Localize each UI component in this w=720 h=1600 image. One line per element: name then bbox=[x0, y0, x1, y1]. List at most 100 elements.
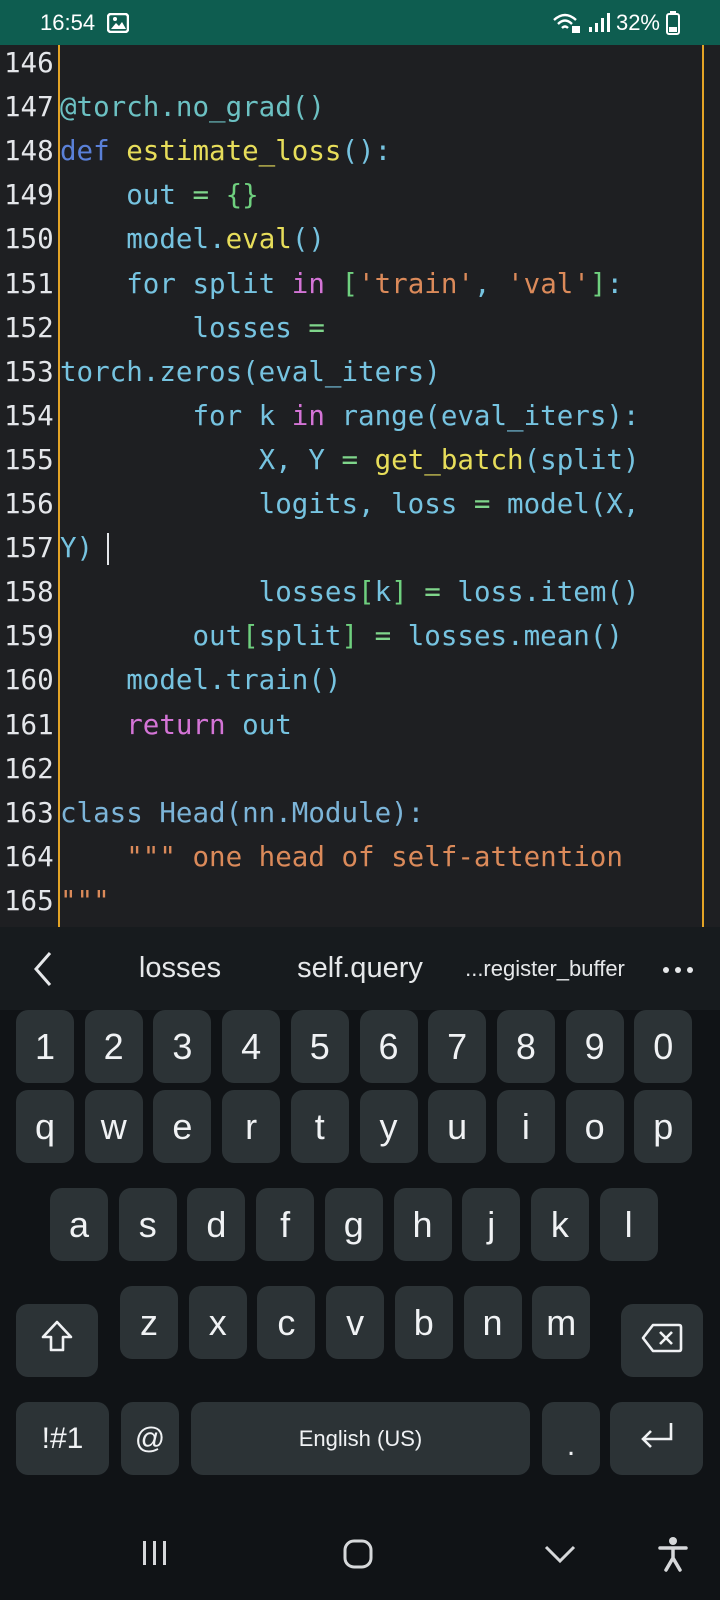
code-line[interactable]: 147 @torch.no_grad() bbox=[0, 85, 720, 130]
code-line[interactable]: 159 out[split] = losses.mean() bbox=[0, 614, 720, 659]
key-3[interactable]: 3 bbox=[153, 1010, 212, 1083]
symbols-key[interactable]: !#1 bbox=[16, 1402, 109, 1475]
code-line[interactable]: 146 bbox=[0, 45, 720, 86]
key-s[interactable]: s bbox=[118, 1188, 177, 1261]
code-token: 'val' bbox=[507, 267, 590, 300]
code-line[interactable]: 153 torch.zeros(eval_iters) bbox=[0, 350, 720, 395]
at-key[interactable]: @ bbox=[121, 1402, 179, 1475]
key-0[interactable]: 0 bbox=[634, 1010, 693, 1083]
code-text: """ one head of self-attention bbox=[60, 835, 623, 880]
key-5[interactable]: 5 bbox=[290, 1010, 349, 1083]
code-line[interactable]: 157 Y) bbox=[0, 526, 720, 571]
code-line[interactable]: 148 def estimate_loss(): bbox=[0, 129, 720, 174]
key-9[interactable]: 9 bbox=[565, 1010, 624, 1083]
text-cursor bbox=[107, 533, 110, 566]
code-line[interactable]: 160 model.train() bbox=[0, 658, 720, 703]
code-token: for split bbox=[60, 267, 292, 300]
shift-key[interactable] bbox=[16, 1304, 98, 1377]
key-a[interactable]: a bbox=[50, 1188, 108, 1261]
code-token: [ bbox=[242, 620, 259, 653]
key-f[interactable]: f bbox=[256, 1188, 315, 1261]
recents-icon[interactable] bbox=[140, 1538, 170, 1573]
key-2[interactable]: 2 bbox=[84, 1010, 143, 1083]
key-i[interactable]: i bbox=[496, 1090, 555, 1163]
code-line[interactable]: 163 class Head(nn.Module): bbox=[0, 791, 720, 836]
home-icon[interactable] bbox=[342, 1538, 374, 1575]
suggestion-item[interactable]: ...register_buffer bbox=[455, 927, 635, 1010]
code-line[interactable]: 156 logits, loss = model(X, bbox=[0, 482, 720, 527]
code-token: = bbox=[192, 179, 210, 212]
key-o[interactable]: o bbox=[565, 1090, 624, 1163]
more-options-icon[interactable] bbox=[660, 955, 696, 990]
status-time: 16:54 bbox=[40, 9, 96, 35]
code-line[interactable]: 165 """ bbox=[0, 879, 720, 924]
suggestion-item[interactable]: losses bbox=[110, 927, 250, 1010]
key-b[interactable]: b bbox=[394, 1286, 453, 1359]
chevron-left-icon[interactable] bbox=[28, 949, 58, 989]
code-token: (split) bbox=[523, 443, 640, 476]
code-line[interactable]: 150 model.eval() bbox=[0, 217, 720, 262]
period-key[interactable]: . bbox=[542, 1402, 600, 1475]
code-token: eval bbox=[225, 223, 292, 256]
key-w[interactable]: w bbox=[84, 1090, 143, 1163]
key-g[interactable]: g bbox=[324, 1188, 383, 1261]
code-token: torch.zeros(eval_iters) bbox=[60, 355, 441, 388]
code-line[interactable]: 155 X, Y = get_batch(split) bbox=[0, 438, 720, 483]
key-q[interactable]: q bbox=[16, 1090, 74, 1163]
signal-icon bbox=[588, 12, 610, 33]
key-x[interactable]: x bbox=[188, 1286, 247, 1359]
key-e[interactable]: e bbox=[153, 1090, 212, 1163]
code-line[interactable]: 158 losses[k] = loss.item() bbox=[0, 570, 720, 615]
key-4[interactable]: 4 bbox=[222, 1010, 281, 1083]
key-v[interactable]: v bbox=[326, 1286, 385, 1359]
key-1[interactable]: 1 bbox=[16, 1010, 74, 1083]
code-line[interactable]: 152 losses = bbox=[0, 306, 720, 351]
code-token: get_batch bbox=[374, 443, 524, 476]
code-token: k bbox=[374, 576, 392, 609]
key-d[interactable]: d bbox=[187, 1188, 246, 1261]
key-k[interactable]: k bbox=[530, 1188, 589, 1261]
code-line[interactable]: 151 for split in ['train', 'val']: bbox=[0, 262, 720, 307]
key-8[interactable]: 8 bbox=[496, 1010, 555, 1083]
key-r[interactable]: r bbox=[222, 1090, 281, 1163]
space-key[interactable]: English (US) bbox=[191, 1402, 530, 1475]
key-n[interactable]: n bbox=[463, 1286, 522, 1359]
code-text: """ bbox=[60, 879, 110, 924]
chevron-down-icon[interactable] bbox=[544, 1544, 576, 1569]
key-t[interactable]: t bbox=[290, 1090, 349, 1163]
key-7[interactable]: 7 bbox=[428, 1010, 487, 1083]
code-token: Y) bbox=[60, 532, 94, 565]
code-text: return out bbox=[60, 703, 292, 748]
code-token: model(X, bbox=[490, 488, 640, 520]
code-line[interactable]: 162 bbox=[0, 747, 720, 792]
key-6[interactable]: 6 bbox=[359, 1010, 418, 1083]
code-editor[interactable]: 146 147 @torch.no_grad() 148 def estimate_lo… bbox=[0, 45, 720, 927]
key-j[interactable]: j bbox=[462, 1188, 521, 1261]
key-l[interactable]: l bbox=[599, 1188, 658, 1261]
code-line[interactable]: 161 return out bbox=[0, 703, 720, 748]
key-z[interactable]: z bbox=[120, 1286, 178, 1359]
code-token: = bbox=[473, 488, 491, 520]
backspace-key[interactable] bbox=[621, 1304, 703, 1377]
line-number: 165 bbox=[4, 884, 54, 917]
key-u[interactable]: u bbox=[428, 1090, 487, 1163]
wifi-calling-icon bbox=[552, 12, 582, 34]
suggestion-item[interactable]: self.query bbox=[280, 927, 440, 1010]
key-h[interactable]: h bbox=[393, 1188, 452, 1261]
code-line[interactable]: 154 for k in range(eval_iters): bbox=[0, 394, 720, 439]
key-m[interactable]: m bbox=[532, 1286, 591, 1359]
code-token: out bbox=[225, 708, 292, 741]
code-line[interactable]: 149 out = {} bbox=[0, 173, 720, 218]
key-p[interactable]: p bbox=[634, 1090, 693, 1163]
status-right: 32% bbox=[552, 10, 680, 36]
code-text: losses[k] = loss.item() bbox=[60, 570, 640, 615]
accessibility-icon[interactable] bbox=[658, 1536, 688, 1577]
key-y[interactable]: y bbox=[359, 1090, 418, 1163]
line-number: 148 bbox=[4, 135, 54, 168]
code-line[interactable]: 164 """ one head of self-attention bbox=[0, 835, 720, 880]
key-c[interactable]: c bbox=[257, 1286, 316, 1359]
enter-key[interactable] bbox=[610, 1402, 703, 1475]
line-number: 164 bbox=[4, 840, 54, 873]
code-token: in bbox=[291, 267, 325, 300]
